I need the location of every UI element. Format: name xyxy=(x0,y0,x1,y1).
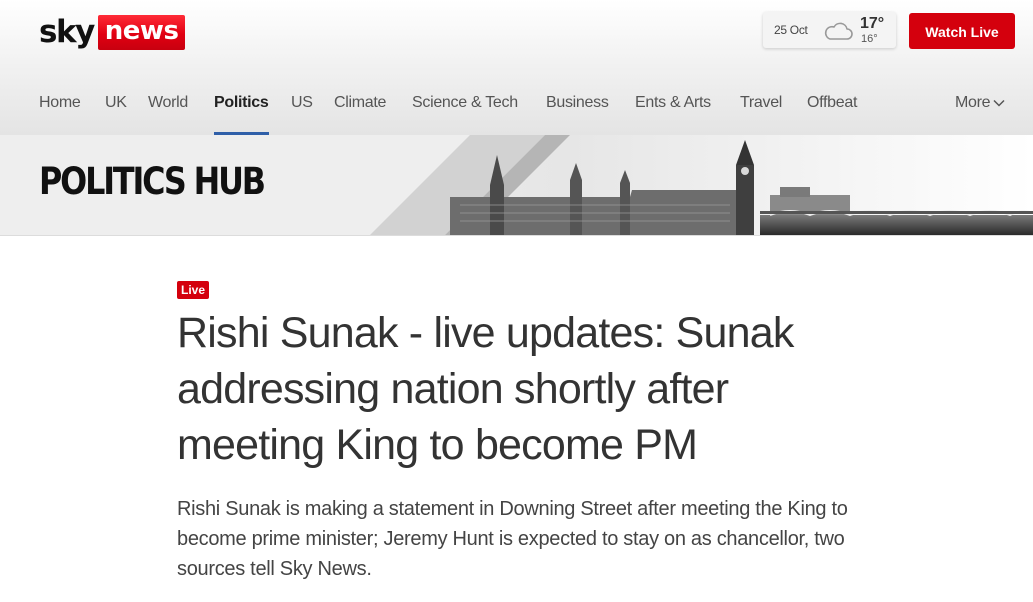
nav-item-politics[interactable]: Politics xyxy=(214,94,269,135)
politics-hub-banner: POLITICS HUB xyxy=(0,135,1033,236)
nav-item-offbeat[interactable]: Offbeat xyxy=(807,94,857,135)
chevron-down-icon xyxy=(993,99,1005,107)
nav-item-ents-arts[interactable]: Ents & Arts xyxy=(635,94,711,135)
weather-high-temp: 17° xyxy=(860,15,885,32)
nav-item-us[interactable]: US xyxy=(291,94,313,135)
cloud-icon xyxy=(824,22,853,40)
nav-item-world[interactable]: World xyxy=(148,94,188,135)
hub-title: POLITICS HUB xyxy=(39,160,266,203)
logo-news-text: news xyxy=(97,14,186,50)
sky-news-logo[interactable]: sky news xyxy=(39,14,186,50)
more-label: More xyxy=(955,94,991,111)
live-badge: Live xyxy=(177,281,210,299)
nav-item-travel[interactable]: Travel xyxy=(740,94,782,135)
weather-low-temp: 16° xyxy=(861,33,878,45)
nav-item-home[interactable]: Home xyxy=(39,94,81,135)
article-standfirst: Rishi Sunak is making a statement in Dow… xyxy=(177,498,848,580)
nav-item-business[interactable]: Business xyxy=(546,94,609,135)
westminster-skyline-image xyxy=(370,135,1033,235)
weather-date: 25 Oct xyxy=(774,23,808,37)
nav-item-science-tech[interactable]: Science & Tech xyxy=(412,94,518,135)
nav-item-uk[interactable]: UK xyxy=(105,94,127,135)
site-header: sky news 25 Oct 17° 16° Watch Live Home … xyxy=(0,0,1033,135)
weather-widget[interactable]: 25 Oct 17° 16° xyxy=(763,12,896,48)
article-headline: Rishi Sunak - live updates: Sunak addres… xyxy=(177,309,794,469)
more-menu-button[interactable]: More xyxy=(955,94,1005,112)
watch-live-button[interactable]: Watch Live xyxy=(909,13,1015,49)
logo-sky-text: sky xyxy=(39,14,95,50)
nav-item-climate[interactable]: Climate xyxy=(334,94,386,135)
